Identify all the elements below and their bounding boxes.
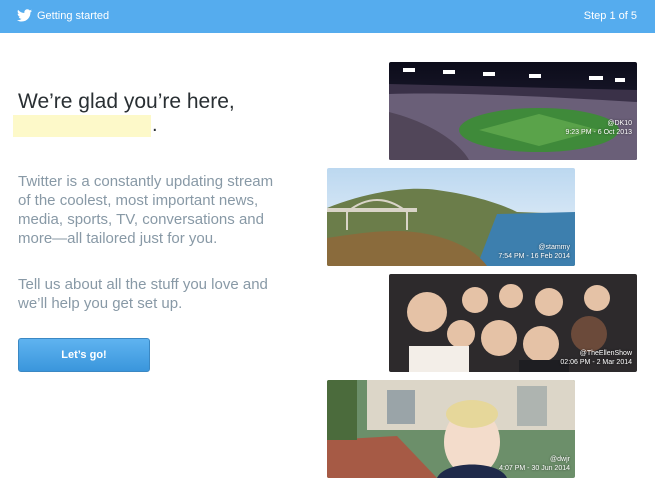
photo-handle: @dwjr (550, 456, 570, 463)
headline: We’re glad you’re here, (18, 90, 235, 113)
step-indicator: Step 1 of 5 (583, 10, 637, 22)
headline-period: . (152, 114, 158, 136)
photo-timestamp: 9:23 PM - 6 Oct 2013 (565, 129, 632, 136)
photo-credit: @stammy 7:54 PM - 16 Feb 2014 (498, 243, 570, 261)
photo-handle: @TheEllenShow (579, 350, 632, 357)
photo-timestamp: 4:07 PM - 30 Jun 2014 (499, 465, 570, 472)
header-bar: Getting started Step 1 of 5 (0, 0, 655, 33)
photo-credit: @DK10 9:23 PM - 6 Oct 2013 (565, 119, 632, 137)
photo-selfie: @TheEllenShow 02:06 PM - 2 Mar 2014 (389, 274, 637, 372)
photo-baby: @dwjr 4:07 PM - 30 Jun 2014 (327, 380, 575, 478)
photo-credit: @TheEllenShow 02:06 PM - 2 Mar 2014 (560, 349, 632, 367)
page-title: Getting started (37, 10, 110, 22)
photo-handle: @DK10 (607, 120, 632, 127)
username-highlight (13, 115, 151, 137)
lets-go-button[interactable]: Let’s go! (18, 338, 150, 372)
setup-paragraph: Tell us about all the stuff you love and… (18, 276, 268, 312)
photo-timestamp: 02:06 PM - 2 Mar 2014 (560, 359, 632, 366)
photo-credit: @dwjr 4:07 PM - 30 Jun 2014 (499, 455, 570, 473)
photo-timestamp: 7:54 PM - 16 Feb 2014 (498, 253, 570, 260)
photo-bridge: @stammy 7:54 PM - 16 Feb 2014 (327, 168, 575, 266)
photo-stadium: @DK10 9:23 PM - 6 Oct 2013 (389, 62, 637, 160)
bird-icon (17, 9, 32, 22)
intro-paragraph: Twitter is a constantly updating stream … (18, 173, 274, 247)
photo-handle: @stammy (538, 244, 570, 251)
